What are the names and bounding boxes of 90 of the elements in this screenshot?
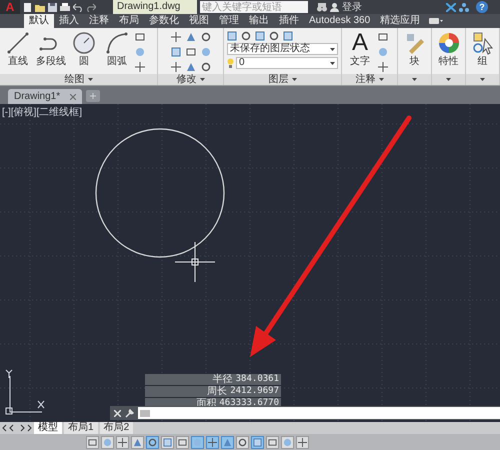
panel-title: 绘图 — [64, 74, 84, 85]
document-title: Drawing1.dwg — [113, 0, 197, 14]
command-line-field[interactable] — [138, 407, 500, 419]
bulb-icon[interactable] — [227, 58, 234, 68]
square-icon[interactable] — [227, 31, 237, 41]
ribbon-tab[interactable]: 插入 — [54, 14, 84, 28]
ribbon-tab[interactable]: 注释 — [84, 14, 114, 28]
panel-title: 注释 — [356, 74, 376, 85]
ribbon-tool-button[interactable]: 直线 — [3, 31, 33, 67]
ring-icon[interactable] — [269, 31, 279, 41]
tab-navigation-icon[interactable] — [2, 424, 32, 432]
caret-icon[interactable] — [412, 78, 417, 81]
caret-icon[interactable] — [200, 78, 204, 81]
ring-icon[interactable] — [241, 31, 251, 41]
shapes-cursor-icon — [470, 31, 494, 55]
dot-icon[interactable] — [200, 47, 210, 57]
ribbon-tool-button[interactable]: 组 — [468, 31, 498, 67]
caret-icon[interactable] — [446, 78, 451, 81]
measurement-row: 周长 2412.9697 — [145, 386, 281, 397]
caret-icon[interactable] — [88, 78, 92, 81]
rectangle-icon[interactable] — [186, 47, 196, 57]
ribbon-tool-button[interactable]: A 文字 — [345, 31, 375, 67]
panel-title: 修改 — [176, 74, 196, 85]
dot-icon[interactable] — [135, 47, 145, 57]
triangle-icon[interactable] — [186, 62, 196, 72]
ribbon-tab[interactable]: Autodesk 360 — [304, 14, 376, 28]
crosshair-cursor — [174, 242, 216, 282]
ribbon-tab[interactable]: 视图 — [184, 14, 214, 28]
letter-icon: A — [352, 31, 368, 55]
ribbon-tool-button[interactable]: 特性 — [434, 31, 464, 67]
square-icon[interactable] — [283, 31, 293, 41]
binoculars-icon[interactable] — [317, 2, 327, 12]
caret-icon[interactable] — [480, 78, 485, 81]
folder-icon[interactable] — [35, 2, 45, 12]
ring-icon[interactable] — [200, 32, 210, 42]
ribbon-tool-button[interactable]: 多段线 — [36, 31, 66, 67]
ribbon-tab[interactable]: 布局 — [114, 14, 144, 28]
ribbon-tool-button[interactable]: 块 — [400, 31, 430, 67]
line-icon — [6, 31, 30, 55]
wrench-icon[interactable] — [125, 408, 134, 418]
layout-tab[interactable]: 布局1 — [64, 422, 98, 434]
save-icon[interactable] — [48, 2, 57, 12]
ribbon-tool-button[interactable]: 圆弧 — [102, 31, 132, 67]
prompt-icon — [140, 410, 150, 416]
layer-dropdown[interactable]: 0 — [236, 57, 338, 69]
rectangle-icon[interactable] — [378, 32, 388, 42]
new-file-icon[interactable] — [23, 2, 32, 12]
caret-icon[interactable] — [378, 78, 384, 81]
undo-icon[interactable] — [73, 2, 83, 12]
layer-state-dropdown[interactable]: 未保存的图层状态 — [227, 43, 338, 55]
new-tab-icon[interactable] — [86, 90, 100, 102]
layout-tab[interactable]: 布局2 — [100, 422, 134, 434]
network-icon[interactable] — [459, 2, 469, 12]
layout-tab[interactable]: 模型 — [34, 422, 62, 434]
color-wheel-icon — [436, 31, 460, 55]
login-link[interactable]: 登录 — [342, 0, 362, 14]
caret-icon[interactable] — [330, 48, 335, 50]
circle-icon — [72, 31, 96, 55]
ucs-axis-icon — [6, 370, 44, 414]
close-icon[interactable] — [70, 94, 76, 100]
user-icon[interactable] — [330, 2, 339, 12]
ribbon-tab[interactable]: 插件 — [274, 14, 304, 28]
cross-icon[interactable] — [378, 62, 388, 72]
ribbon-tab[interactable]: 输出 — [244, 14, 274, 28]
panel-title: 图层 — [268, 74, 288, 85]
triangle-icon[interactable] — [186, 32, 196, 42]
cross-icon[interactable] — [170, 62, 180, 72]
search-field[interactable]: 键入关键字或短语 — [200, 1, 308, 13]
caret-icon[interactable] — [292, 78, 296, 81]
viewport-label[interactable]: [-][俯视][二维线框] — [2, 105, 82, 120]
ribbon-tab[interactable]: 默认 — [24, 14, 54, 28]
dot-icon[interactable] — [378, 47, 388, 57]
caret-icon[interactable] — [330, 62, 335, 64]
document-tab[interactable]: Drawing1* — [8, 89, 82, 104]
arc-icon — [105, 31, 129, 55]
cross-icon[interactable] — [170, 32, 180, 42]
help-button[interactable]: ? — [476, 1, 488, 13]
ribbon-tool-button[interactable]: 圆 — [69, 31, 99, 67]
square-icon[interactable] — [170, 47, 180, 57]
panel-toggle-icon[interactable] — [429, 17, 444, 25]
ribbon-tab[interactable]: 管理 — [214, 14, 244, 28]
cross-icon[interactable] — [135, 62, 145, 72]
ring-icon[interactable] — [200, 62, 210, 72]
square-icon[interactable] — [255, 31, 265, 41]
measurement-row: 半径 384.0361 — [145, 374, 281, 385]
printer-icon[interactable] — [60, 2, 70, 12]
ribbon-tab[interactable]: 参数化 — [144, 14, 184, 28]
redo-icon[interactable] — [86, 2, 96, 12]
rectangle-icon[interactable] — [135, 32, 145, 42]
ribbon-tab[interactable]: 精选应用 — [375, 14, 426, 28]
